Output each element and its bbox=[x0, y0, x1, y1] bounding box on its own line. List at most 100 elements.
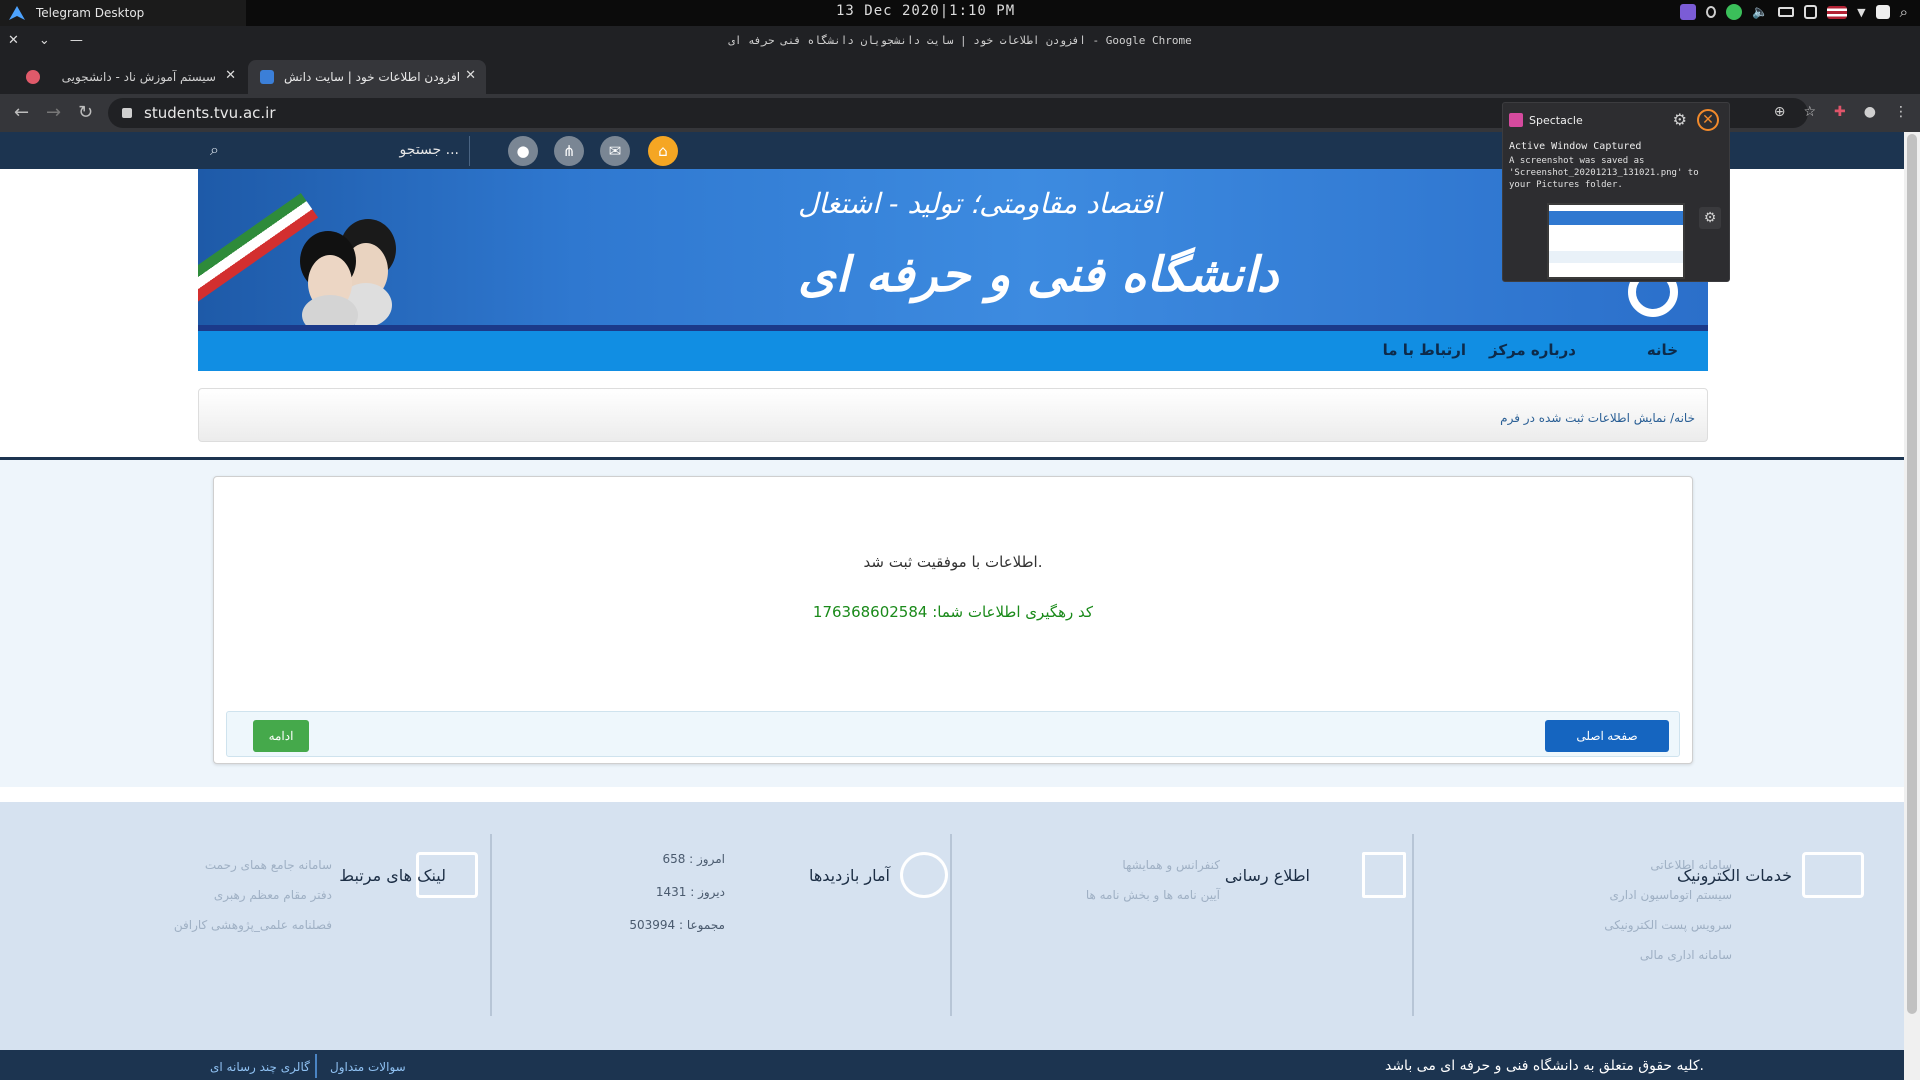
menu-dots-icon[interactable]: ⋮ bbox=[1894, 104, 1908, 120]
announcement-icon bbox=[1362, 852, 1406, 898]
tab-nad-system[interactable]: سیستم آموزش ناد - دانشجویی ✕ bbox=[14, 60, 246, 94]
stat-today: امروز : 658 bbox=[662, 852, 725, 866]
spectacle-app-icon bbox=[1509, 113, 1523, 127]
close-tab-icon[interactable]: ✕ bbox=[465, 68, 476, 83]
reload-icon[interactable]: ↻ bbox=[78, 102, 93, 123]
footer-link[interactable]: دفتر مقام معظم رهبری bbox=[214, 888, 332, 902]
result-card: اطلاعات با موفقیت ثبت شد. کد رهگیری اطلا… bbox=[213, 476, 1693, 764]
breadcrumb[interactable]: خانه/ نمایش اطلاعات ثبت شده در فرم bbox=[1500, 411, 1695, 425]
footer-stats-title: آمار بازدیدها bbox=[808, 866, 890, 885]
footer-stats: آمار بازدیدها امروز : 658 دیروز : 1431 م… bbox=[490, 822, 950, 1036]
profile-avatar-icon[interactable]: ● bbox=[1864, 104, 1876, 120]
home-page-button[interactable]: صفحه اصلی bbox=[1545, 720, 1669, 752]
tab-title: افزودن اطلاعات خود | سایت دانش bbox=[284, 70, 461, 84]
screenshot-notification: Spectacle ⚙ ✕ Active Window Captured A s… bbox=[1502, 102, 1730, 282]
grid-icon[interactable] bbox=[1875, 5, 1890, 19]
footer-info: اطلاع رسانی کنفرانس و همایشها آیین نامه … bbox=[950, 822, 1410, 1036]
success-message: اطلاعات با موفقیت ثبت شد. bbox=[863, 553, 1043, 571]
footer-divider bbox=[950, 834, 952, 1016]
gallery-link[interactable]: گالری چند رسانه ای bbox=[210, 1060, 310, 1074]
footer-info-title: اطلاع رسانی bbox=[1224, 866, 1310, 885]
tray-app-icon[interactable] bbox=[1679, 4, 1696, 20]
breadcrumb-bar: خانه/ نمایش اطلاعات ثبت شده در فرم bbox=[198, 388, 1708, 442]
battery-icon[interactable] bbox=[1778, 7, 1795, 17]
update-icon[interactable] bbox=[1725, 4, 1742, 20]
lock-icon bbox=[122, 108, 132, 118]
notification-title: Active Window Captured bbox=[1509, 141, 1642, 152]
bottom-divider bbox=[315, 1054, 317, 1078]
wifi-icon[interactable]: ▼ bbox=[1857, 6, 1865, 19]
notification-header: Spectacle bbox=[1509, 113, 1583, 127]
system-clock[interactable]: 13 Dec 2020|1:10 PM bbox=[836, 3, 1015, 19]
tab-title: سیستم آموزش ناد - دانشجویی bbox=[61, 70, 216, 84]
close-tab-icon[interactable]: ✕ bbox=[225, 68, 236, 83]
home-icon[interactable]: ⌂ bbox=[648, 136, 678, 166]
notification-body: A screenshot was saved as 'Screenshot_20… bbox=[1509, 156, 1699, 190]
search-placeholder: جستجو ... bbox=[399, 142, 459, 158]
mail-icon[interactable]: ✉ bbox=[600, 136, 630, 166]
zoom-icon[interactable]: ⊕ bbox=[1774, 104, 1786, 120]
copyright-text: کلیه حقوق متعلق به دانشگاه فنی و حرفه ای… bbox=[1384, 1058, 1704, 1074]
footer-link[interactable]: سرویس پست الکترونیکی bbox=[1604, 918, 1732, 932]
banner-slogan: اقتصاد مقاومتی؛ تولید - اشتغال bbox=[798, 187, 1161, 220]
footer-divider bbox=[1412, 834, 1414, 1016]
stat-yesterday: دیروز : 1431 bbox=[655, 885, 725, 899]
volume-icon[interactable]: 🔈 bbox=[1752, 5, 1768, 20]
user-icon[interactable]: ● bbox=[508, 136, 538, 166]
bookmark-star-icon[interactable]: ☆ bbox=[1803, 104, 1816, 120]
footer-link[interactable]: آیین نامه ها و بخش نامه ها bbox=[1086, 888, 1220, 902]
footer-link[interactable]: سامانه اداری مالی bbox=[1640, 948, 1732, 962]
nav-item-contact[interactable]: ارتباط با ما bbox=[1383, 341, 1466, 359]
button-bar: صفحه اصلی ادامه bbox=[226, 711, 1680, 757]
notification-app-name: Spectacle bbox=[1529, 113, 1583, 127]
toolbar-icons: ⊕ ☆ ✚ ● ⋮ bbox=[1774, 104, 1908, 120]
scrollbar-thumb[interactable] bbox=[1907, 134, 1917, 1014]
page-scrollbar[interactable] bbox=[1904, 132, 1920, 1080]
screenshot-thumbnail[interactable] bbox=[1547, 203, 1685, 279]
taskbar-app[interactable]: Telegram Desktop bbox=[0, 0, 246, 26]
url-text: students.tvu.ac.ir bbox=[144, 104, 276, 122]
footer-link[interactable]: سامانه جامع همای رحمت bbox=[205, 858, 332, 872]
system-tray: 🔈 ▼ ⌕ bbox=[1679, 3, 1908, 21]
tab-add-info[interactable]: افزودن اطلاعات خود | سایت دانش ✕ bbox=[248, 60, 486, 94]
back-icon[interactable]: ← bbox=[14, 102, 29, 123]
continue-button[interactable]: ادامه bbox=[253, 720, 309, 752]
clipboard-icon[interactable] bbox=[1804, 5, 1818, 19]
search-icon[interactable]: ⌕ bbox=[210, 140, 219, 160]
banner-university-name: دانشگاه فنی و حرفه ای bbox=[798, 247, 1279, 303]
browser-titlebar: ✕ ⌄ — افزودن اطلاعات خود | سایت دانشجویا… bbox=[0, 26, 1920, 56]
sitemap-icon[interactable]: ⋔ bbox=[554, 136, 584, 166]
window-title: افزودن اطلاعات خود | سایت دانشجویان دانش… bbox=[728, 34, 1192, 47]
footer-link[interactable]: سامانه اطلاعاتی bbox=[1650, 858, 1732, 872]
site-footer: خدمات الکترونیک سامانه اطلاعاتی سیستم ات… bbox=[0, 802, 1904, 1050]
faq-link[interactable]: سوالات متداول bbox=[330, 1060, 406, 1074]
search-icon[interactable]: ⌕ bbox=[1900, 3, 1908, 21]
footer-link[interactable]: کنفرانس و همایشها bbox=[1122, 858, 1220, 872]
site-banner: اقتصاد مقاومتی؛ تولید - اشتغال دانشگاه ف… bbox=[198, 169, 1708, 325]
forward-icon[interactable]: → bbox=[46, 102, 61, 123]
tab-favicon bbox=[26, 70, 40, 84]
system-top-bar: Telegram Desktop 13 Dec 2020|1:10 PM 🔈 ▼… bbox=[0, 0, 1920, 26]
open-screenshot-icon[interactable]: ⚙ bbox=[1699, 207, 1721, 229]
tab-strip: سیستم آموزش ناد - دانشجویی ✕ افزودن اطلا… bbox=[0, 56, 1920, 144]
extensions-icon[interactable]: ✚ bbox=[1834, 104, 1846, 120]
globe-stats-icon bbox=[900, 852, 948, 898]
tracking-code: کد رهگیری اطلاعات شما: 176368602584 bbox=[812, 603, 1094, 621]
footer-links: لینک های مرتبط سامانه جامع همای رحمت دفت… bbox=[30, 822, 490, 1036]
nav-item-home[interactable]: خانه bbox=[1647, 341, 1678, 359]
thumbnail-banner bbox=[1549, 211, 1683, 225]
notification-settings-icon[interactable]: ⚙ bbox=[1673, 110, 1687, 129]
us-flag-icon[interactable] bbox=[1827, 5, 1848, 19]
arch-logo-icon bbox=[9, 6, 25, 20]
footer-link[interactable]: فصلنامه علمی_پژوهشی کارافن bbox=[174, 918, 332, 932]
stat-total: مجموعا : 503994 bbox=[629, 918, 725, 932]
footer-link[interactable]: سیستم اتوماسیون اداری bbox=[1610, 888, 1732, 902]
chart-icon bbox=[1802, 852, 1864, 898]
nav-item-about[interactable]: درباره مرکز bbox=[1489, 341, 1576, 359]
close-notification-icon[interactable]: ✕ bbox=[1697, 109, 1719, 131]
site-search[interactable]: ⌕ جستجو ... bbox=[200, 136, 470, 166]
footer-divider bbox=[490, 834, 492, 1016]
bulb-icon[interactable] bbox=[1705, 6, 1716, 18]
thumbnail-content bbox=[1549, 251, 1683, 263]
leaders-portrait-image bbox=[300, 219, 396, 325]
